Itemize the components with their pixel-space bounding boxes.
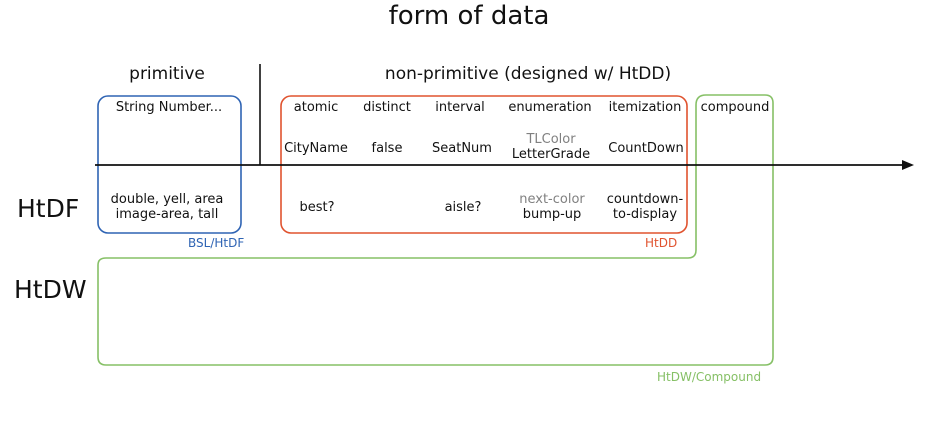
category-interval: interval <box>435 100 485 115</box>
axis-arrowhead <box>902 160 914 170</box>
htdw-compound-box <box>97 94 774 366</box>
function-example-bump-up: bump-up <box>522 207 582 222</box>
category-distinct: distinct <box>363 100 411 115</box>
box-label-htdd: HtDD <box>645 236 678 250</box>
example-countdown: CountDown <box>608 141 684 156</box>
example-seatnum: SeatNum <box>432 141 492 156</box>
example-tlcolor: TLColor <box>526 132 576 147</box>
category-compound: compound <box>700 100 770 115</box>
diagram-title: form of data <box>388 1 550 31</box>
function-example-next-color: next-color <box>519 192 585 207</box>
diagram-page: form of data primitive non-primitive (de… <box>0 0 928 435</box>
function-example-countdown-2: to-display <box>612 207 678 222</box>
box-label-htdw-compound: HtDW/Compound <box>657 370 762 384</box>
section-primitive: primitive <box>129 64 205 84</box>
function-example-primitive-1: double, yell, area <box>110 192 224 207</box>
row-label-htdf: HtDF <box>17 194 80 223</box>
example-cityname: CityName <box>284 141 348 156</box>
category-enumeration: enumeration <box>508 100 592 115</box>
function-example-aisle: aisle? <box>444 200 482 215</box>
row-label-htdw: HtDW <box>14 275 87 304</box>
example-false: false <box>371 141 403 156</box>
category-itemization: itemization <box>608 100 682 115</box>
category-atomic: atomic <box>293 100 339 115</box>
primitive-examples: String Number... <box>115 100 223 115</box>
example-lettergrade: LetterGrade <box>511 147 591 162</box>
function-example-primitive-2: image-area, tall <box>115 207 219 222</box>
function-example-countdown-1: countdown- <box>606 192 684 207</box>
function-example-best: best? <box>299 200 335 215</box>
box-label-bsl-htdf: BSL/HtDF <box>188 236 245 250</box>
section-non-primitive: non-primitive (designed w/ HtDD) <box>384 64 672 84</box>
